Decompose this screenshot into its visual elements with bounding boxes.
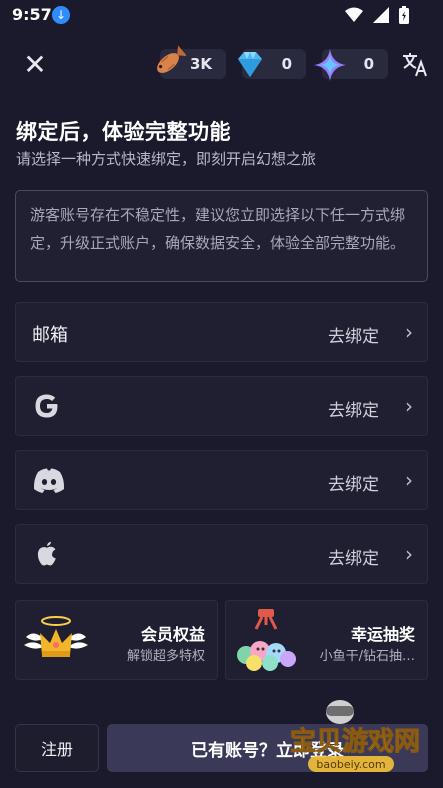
status-bar: 9:57 ↓ bbox=[0, 0, 443, 30]
currency-star-value: 0 bbox=[363, 55, 374, 73]
chevron-right-icon: › bbox=[405, 542, 413, 566]
google-icon bbox=[35, 394, 58, 418]
lucky-draw-subtitle: 小鱼干/钻石抽… bbox=[319, 649, 415, 664]
status-time: 9:57 bbox=[12, 5, 52, 24]
page-subtitle: 请选择一种方式快速绑定，即刻开启幻想之旅 bbox=[16, 150, 317, 168]
claw-machine-icon bbox=[237, 609, 296, 671]
chevron-right-icon: › bbox=[405, 320, 413, 344]
status-icons bbox=[345, 6, 409, 24]
vip-benefits-title: 会员权益 bbox=[140, 625, 205, 644]
bind-apple-action: 去绑定 bbox=[328, 549, 379, 569]
wifi-icon bbox=[345, 7, 363, 22]
guest-account-notice: 游客账号存在不稳定性，建议您立即选择以下任一方式绑定，升级正式账户，确保数据安全… bbox=[15, 190, 428, 282]
bind-apple-row[interactable]: 去绑定 › bbox=[15, 524, 428, 584]
bind-email-row[interactable]: 邮箱 去绑定 › bbox=[15, 302, 428, 362]
discord-icon bbox=[33, 468, 65, 493]
bind-google-action: 去绑定 bbox=[328, 401, 379, 421]
currency-star[interactable]: 0 bbox=[314, 49, 388, 81]
currency-diamond-value: 0 bbox=[281, 55, 292, 73]
star-icon bbox=[314, 49, 346, 81]
lucky-draw-card[interactable]: 幸运抽奖 小鱼干/钻石抽… bbox=[225, 600, 428, 680]
currency-fish[interactable]: 3K bbox=[157, 45, 226, 79]
bind-email-label: 邮箱 bbox=[32, 325, 68, 346]
bind-discord-row[interactable]: 去绑定 › bbox=[15, 450, 428, 510]
watermark-url: baobeiy.com bbox=[316, 758, 385, 771]
diamond-icon bbox=[238, 52, 262, 77]
crown-wings-icon bbox=[24, 616, 88, 657]
page-title: 绑定后，体验完整功能 bbox=[16, 120, 231, 144]
bind-email-action: 去绑定 bbox=[328, 327, 379, 347]
fish-icon bbox=[157, 45, 186, 73]
chevron-right-icon: › bbox=[405, 394, 413, 418]
battery-icon bbox=[399, 6, 409, 24]
lucky-draw-title: 幸运抽奖 bbox=[350, 625, 415, 644]
watermark-text: 宝贝游戏网 bbox=[290, 726, 420, 757]
currency-diamond[interactable]: 0 bbox=[238, 49, 306, 79]
signal-icon bbox=[373, 7, 389, 23]
register-button[interactable]: 注册 bbox=[15, 724, 99, 772]
apple-icon bbox=[37, 541, 56, 566]
vip-benefits-subtitle: 解锁超多特权 bbox=[126, 649, 205, 664]
translate-icon[interactable] bbox=[401, 50, 431, 80]
bind-google-row[interactable]: 去绑定 › bbox=[15, 376, 428, 436]
bind-discord-action: 去绑定 bbox=[328, 475, 379, 495]
chevron-right-icon: › bbox=[405, 468, 413, 492]
currency-fish-value: 3K bbox=[189, 55, 212, 73]
download-icon: ↓ bbox=[52, 6, 70, 24]
watermark-logo: 宝贝游戏网 baobeiy.com bbox=[289, 700, 421, 772]
close-icon[interactable]: ✕ bbox=[22, 51, 48, 79]
vip-benefits-card[interactable]: 会员权益 解锁超多特权 bbox=[15, 600, 218, 680]
